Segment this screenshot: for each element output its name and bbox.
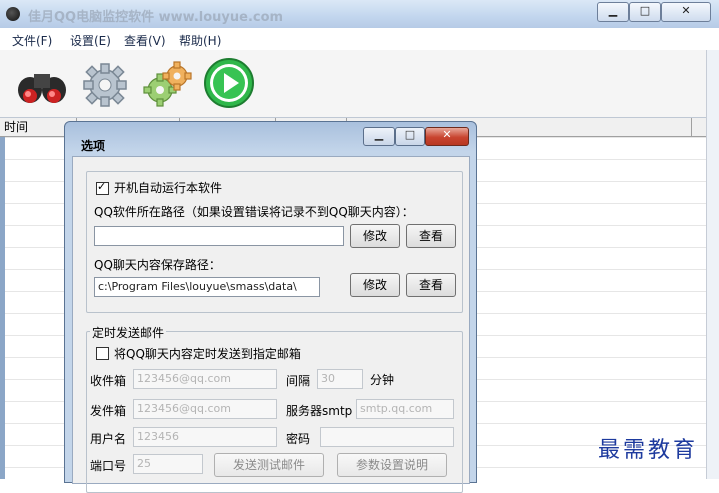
qq-path-label: QQ软件所在路径（如果设置错误将记录不到QQ聊天内容）： (94, 205, 414, 219)
send-test-email-button[interactable]: 发送测试邮件 (214, 453, 324, 477)
check-icon: ✓ (97, 180, 107, 193)
close-button[interactable]: ✕ (661, 2, 711, 22)
menu-bar: 文件(F) 设置(E) 查看(V) 帮助(H) (0, 28, 719, 51)
autostart-checkbox[interactable]: ✓ (96, 180, 109, 195)
dialog-title: 选项 (81, 139, 106, 153)
toolbar (0, 50, 719, 118)
username-input[interactable]: 123456 (133, 427, 277, 447)
gear-icon[interactable] (78, 56, 132, 110)
qq-path-view-button[interactable]: 查看 (406, 224, 456, 248)
port-label: 端口号 (90, 459, 127, 473)
left-edge (0, 137, 5, 479)
interval-unit: 分钟 (370, 373, 395, 387)
password-input[interactable] (320, 427, 454, 447)
smtp-label: 服务器smtp (286, 404, 353, 418)
save-path-modify-button[interactable]: 修改 (350, 273, 400, 297)
play-icon[interactable] (202, 56, 256, 110)
close-icon: ✕ (442, 128, 452, 141)
save-path-view-button[interactable]: 查看 (406, 273, 456, 297)
binoculars-icon[interactable] (14, 56, 68, 110)
app-icon (6, 7, 20, 21)
send-email-checkbox[interactable] (96, 347, 109, 360)
dialog-body: ✓ 开机自动运行本软件 QQ软件所在路径（如果设置错误将记录不到QQ聊天内容）：… (72, 156, 470, 493)
send-email-label: 将QQ聊天内容定时发送到指定邮箱 (114, 347, 301, 361)
inbox-input[interactable]: 123456@qq.com (133, 369, 277, 389)
port-input[interactable]: 25 (133, 454, 203, 474)
dialog-close-button[interactable]: ✕ (425, 127, 469, 146)
minimize-icon: ▁ (608, 4, 618, 17)
dialog-maximize-button[interactable]: □ (395, 127, 425, 146)
sender-label: 发件箱 (90, 404, 127, 418)
password-label: 密码 (286, 432, 311, 446)
smtp-input[interactable]: smtp.qq.com (356, 399, 454, 419)
interval-input[interactable]: 30 (317, 369, 363, 389)
save-path-label: QQ聊天内容保存路径： (94, 258, 221, 272)
save-path-input[interactable]: c:\Program Files\louyue\smass\data\ (94, 277, 320, 297)
inbox-label: 收件箱 (90, 374, 127, 388)
maximize-icon: □ (639, 4, 651, 17)
maximize-icon: □ (404, 128, 416, 141)
watermark: 最需教育 (598, 438, 699, 463)
autostart-label: 开机自动运行本软件 (114, 181, 223, 195)
menu-settings[interactable]: 设置(E) (70, 32, 111, 49)
close-icon: ✕ (681, 4, 691, 17)
gears-color-icon[interactable] (140, 56, 194, 110)
minimize-button[interactable]: ▁ (597, 2, 629, 22)
menu-file[interactable]: 文件(F) (12, 32, 52, 49)
dialog-minimize-button[interactable]: ▁ (363, 127, 395, 146)
minimize-icon: ▁ (374, 128, 384, 141)
menu-view[interactable]: 查看(V) (124, 32, 166, 49)
email-group-legend: 定时发送邮件 (90, 324, 167, 341)
params-help-button[interactable]: 参数设置说明 (337, 453, 447, 477)
qq-path-modify-button[interactable]: 修改 (350, 224, 400, 248)
options-dialog: 选项 ▁ □ ✕ ✓ 开机自动运行本软件 QQ软件所在路径（如果设置错误将记录不… (64, 121, 477, 493)
interval-label: 间隔 (286, 374, 311, 388)
qq-path-input[interactable] (94, 226, 344, 246)
title-bar: 佳月QQ电脑监控软件 www.louyue.com ▁ □ ✕ (0, 0, 719, 28)
menu-help[interactable]: 帮助(H) (179, 32, 221, 49)
sender-input[interactable]: 123456@qq.com (133, 399, 277, 419)
vertical-scrollbar[interactable] (706, 50, 719, 479)
maximize-button[interactable]: □ (629, 2, 661, 22)
username-label: 用户名 (90, 432, 127, 446)
window-title: 佳月QQ电脑监控软件 www.louyue.com (28, 10, 284, 25)
